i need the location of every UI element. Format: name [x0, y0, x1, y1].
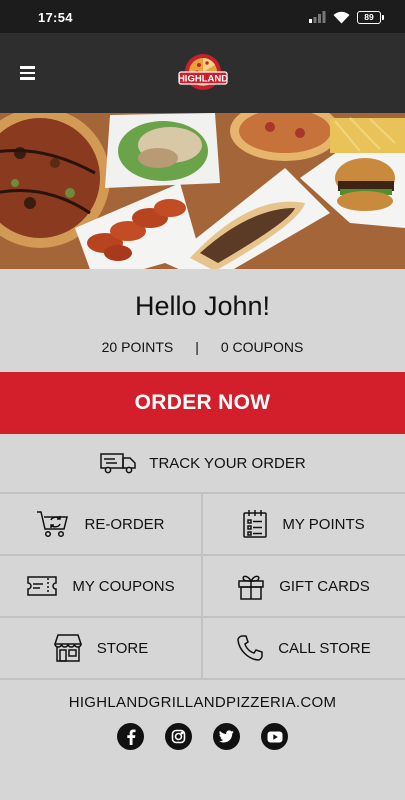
hero-food-image	[0, 113, 405, 269]
signal-icon	[309, 11, 326, 23]
wifi-icon	[333, 11, 350, 23]
storefront-icon	[53, 634, 82, 662]
battery-level: 89	[364, 12, 374, 22]
grid-divider	[201, 494, 203, 680]
status-icons: 89	[309, 9, 384, 25]
my-coupons-button[interactable]: MY COUPONS	[0, 556, 201, 616]
checklist-calendar-icon	[243, 510, 268, 538]
logo-text: HIGHLAND	[178, 74, 228, 85]
gift-icon	[238, 575, 264, 600]
stats-separator: |	[195, 339, 199, 355]
loyalty-stats: 20 POINTS | 0 COUPONS	[0, 339, 405, 355]
social-links	[0, 723, 405, 750]
ticket-icon	[27, 576, 58, 596]
greeting-section: Hello John! 20 POINTS | 0 COUPONS	[0, 269, 405, 372]
twitter-icon[interactable]	[213, 723, 240, 750]
gift-cards-label: GIFT CARDS	[279, 577, 370, 595]
grid-divider	[0, 678, 405, 680]
my-points-button[interactable]: MY POINTS	[203, 494, 404, 554]
reorder-label: RE-ORDER	[84, 515, 165, 533]
battery-icon: 89	[357, 10, 384, 24]
greeting-title: Hello John!	[134, 291, 271, 321]
grid-divider	[0, 616, 405, 618]
my-points-label: MY POINTS	[282, 515, 365, 533]
order-now-button[interactable]: ORDER NOW	[0, 372, 405, 434]
instagram-icon[interactable]	[165, 723, 192, 750]
youtube-icon[interactable]	[261, 723, 288, 750]
highland-logo: HIGHLAND	[178, 54, 228, 90]
points-count: 20 POINTS	[101, 339, 174, 355]
track-order-label: TRACK YOUR ORDER	[149, 454, 306, 472]
app-header: HIGHLAND	[0, 33, 405, 113]
grid-divider	[0, 554, 405, 556]
facebook-icon[interactable]	[117, 723, 144, 750]
phone-icon	[237, 635, 263, 661]
cart-reload-icon	[37, 511, 69, 538]
my-coupons-label: MY COUPONS	[72, 577, 175, 595]
call-store-button[interactable]: CALL STORE	[203, 618, 404, 678]
status-bar: 17:54 89	[0, 0, 405, 33]
coupons-count: 0 COUPONS	[220, 339, 304, 355]
hamburger-menu-icon[interactable]	[20, 62, 42, 84]
delivery-truck-icon	[100, 453, 137, 474]
store-button[interactable]: STORE	[0, 618, 201, 678]
call-store-label: CALL STORE	[278, 639, 371, 657]
status-time: 17:54	[38, 10, 73, 25]
footer: HIGHLANDGRILLANDPIZZERIA.COM	[0, 681, 405, 800]
reorder-button[interactable]: RE-ORDER	[0, 494, 201, 554]
action-grid: RE-ORDER MY POINTS MY COUPONS GIFT CARDS…	[0, 494, 405, 681]
website-link[interactable]: HIGHLANDGRILLANDPIZZERIA.COM	[0, 694, 405, 711]
track-order-button[interactable]: TRACK YOUR ORDER	[0, 434, 405, 494]
gift-cards-button[interactable]: GIFT CARDS	[203, 556, 404, 616]
store-label: STORE	[96, 639, 149, 657]
